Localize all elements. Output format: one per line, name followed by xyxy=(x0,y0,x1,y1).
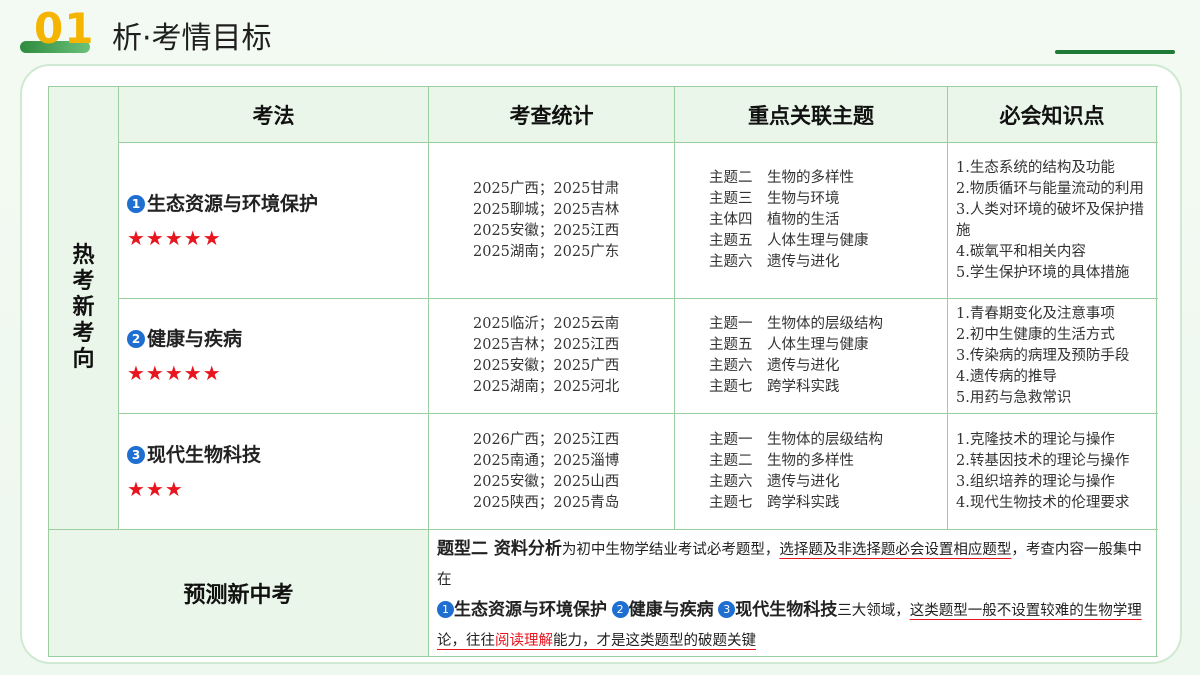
stat-line: 2026广西；2025江西 xyxy=(473,431,620,448)
knowledge-line: 1.生态系统的结构及功能 xyxy=(956,159,1115,176)
stat-line: 2025湖南；2025河北 xyxy=(473,379,620,395)
topic-line: 主题七 跨学科实践 xyxy=(709,379,840,395)
knowledge-line: 4.碳氧平和相关内容 xyxy=(956,243,1086,260)
predict-text: 为初中生物学结业考试必考题型， xyxy=(561,542,780,558)
star-rating: ★★★ xyxy=(127,476,184,501)
slide-header: 01 析·考情目标 xyxy=(0,0,1200,62)
stat-line: 2025吉林；2025江西 xyxy=(473,337,620,353)
knowledge-line: 5.学生保护环境的具体措施 xyxy=(956,264,1130,281)
header-stats: 考查统计 xyxy=(428,86,675,143)
predict-content: 题型二 资料分析为初中生物学结业考试必考题型，选择题及非选择题必会设置相应题型，… xyxy=(428,529,1157,657)
header-right-line xyxy=(1055,50,1175,54)
knowledge-cell: 1.青春期变化及注意事项 2.初中生健康的生活方式 3.传染病的病理及预防手段 … xyxy=(947,298,1157,414)
topics-cell: 主题一 生物体的层级结构 主题五 人体生理与健康 主题六 遗传与进化 主题七 跨… xyxy=(674,298,948,414)
table-row: 3 现代生物科技 ★★★ 2026广西；2025江西 2025南通；2025淄博 … xyxy=(49,413,1157,530)
knowledge-line: 3.组织培养的理论与操作 xyxy=(956,473,1115,490)
knowledge-line: 5.用药与急救常识 xyxy=(956,389,1072,406)
stat-line: 2025陕西；2025青岛 xyxy=(473,494,620,511)
predict-row: 预测新中考 题型二 资料分析为初中生物学结业考试必考题型，选择题及非选择题必会设… xyxy=(48,529,1157,657)
topic-line: 主题六 遗传与进化 xyxy=(709,254,840,270)
stat-line: 2025广西；2025甘肃 xyxy=(473,180,620,197)
stat-line: 2025湖南；2025广东 xyxy=(473,243,620,260)
star-rating: ★★★★★ xyxy=(127,361,222,385)
knowledge-line: 2.物质循环与能量流动的利用 xyxy=(956,180,1144,197)
method-cell: 3 现代生物科技 ★★★ xyxy=(118,413,429,530)
stat-line: 2025安徽；2025江西 xyxy=(473,222,620,239)
table-row: 2 健康与疾病 ★★★★★ 2025临沂；2025云南 2025吉林；2025江西… xyxy=(49,298,1157,414)
method-cell: 2 健康与疾病 ★★★★★ xyxy=(118,298,429,414)
section-title: 析·考情目标 xyxy=(112,21,272,56)
number-badge-icon: 2 xyxy=(611,601,629,618)
star-rating: ★★★★★ xyxy=(127,225,222,250)
topic-line: 主题二 生物的多样性 xyxy=(709,170,854,186)
knowledge-cell: 1.克隆技术的理论与操作 2.转基因技术的理论与操作 3.组织培养的理论与操作 … xyxy=(947,413,1157,530)
side-label-cell: 热考新考向 xyxy=(48,86,119,530)
stat-line: 2025聊城；2025吉林 xyxy=(473,201,620,218)
stat-line: 2025临沂；2025云南 xyxy=(473,316,620,332)
number-badge-icon: 1 xyxy=(127,194,145,213)
predict-text: 三大领域， xyxy=(837,603,910,619)
predict-highlight: 阅读理解 xyxy=(495,633,553,649)
topic-line: 主题五 人体生理与健康 xyxy=(709,233,869,249)
method-label: 生态资源与环境保护 xyxy=(147,192,319,215)
stats-cell: 2025临沂；2025云南 2025吉林；2025江西 2025安徽；2025广… xyxy=(428,298,675,414)
knowledge-line: 1.青春期变化及注意事项 xyxy=(956,305,1115,322)
stats-cell: 2025广西；2025甘肃 2025聊城；2025吉林 2025安徽；2025江… xyxy=(428,142,675,299)
topics-cell: 主题一 生物体的层级结构 主题二 生物的多样性 主题六 遗传与进化 主题七 跨学… xyxy=(674,413,948,530)
method-cell: 1 生态资源与环境保护 ★★★★★ xyxy=(118,142,429,299)
predict-underlined-text: 选择题及非选择题必会设置相应题型 xyxy=(779,542,1012,558)
number-badge-icon: 3 xyxy=(127,445,145,464)
topic-line: 主题七 跨学科实践 xyxy=(709,494,840,511)
topics-cell: 主题二 生物的多样性 主题三 生物与环境 主体四 植物的生活 主题五 人体生理与… xyxy=(674,142,948,299)
topic-line: 主题一 生物体的层级结构 xyxy=(709,431,883,448)
stats-cell: 2026广西；2025江西 2025南通；2025淄博 2025安徽；2025山… xyxy=(428,413,675,530)
topic-line: 主题五 人体生理与健康 xyxy=(709,337,869,353)
number-badge-icon: 2 xyxy=(127,330,145,348)
number-badge-icon: 3 xyxy=(718,601,736,618)
side-label: 热考新考向 xyxy=(72,243,95,372)
predict-type-title: 题型二 资料分析 xyxy=(437,539,562,559)
header-method: 考法 xyxy=(118,86,429,143)
predict-field: 现代生物科技 xyxy=(735,600,838,620)
number-badge-icon: 1 xyxy=(437,601,454,618)
stat-line: 2025安徽；2025山西 xyxy=(473,473,620,490)
header-topics: 重点关联主题 xyxy=(674,86,948,143)
knowledge-line: 4.现代生物技术的伦理要求 xyxy=(956,494,1130,511)
knowledge-line: 4.遗传病的推导 xyxy=(956,368,1057,385)
knowledge-cell: 1.生态系统的结构及功能 2.物质循环与能量流动的利用 3.人类对环境的破坏及保… xyxy=(947,142,1157,299)
topic-line: 主题六 遗传与进化 xyxy=(709,473,840,490)
knowledge-line: 3.人类对环境的破坏及保护措施 xyxy=(956,201,1144,239)
knowledge-line: 3.传染病的病理及预防手段 xyxy=(956,347,1130,364)
method-label: 现代生物科技 xyxy=(147,443,262,466)
predict-label: 预测新中考 xyxy=(48,529,429,657)
predict-field: 健康与疾病 xyxy=(628,600,714,620)
topic-line: 主题二 生物的多样性 xyxy=(709,452,854,469)
topic-line: 主题三 生物与环境 xyxy=(709,191,840,207)
stat-line: 2025南通；2025淄博 xyxy=(473,452,620,469)
topic-line: 主题六 遗传与进化 xyxy=(709,358,840,374)
predict-underlined-text: 能力，才是这类题型的破题关键 xyxy=(553,633,756,649)
topic-line: 主体四 植物的生活 xyxy=(709,212,840,228)
knowledge-line: 1.克隆技术的理论与操作 xyxy=(956,431,1115,448)
table-row: 1 生态资源与环境保护 ★★★★★ 2025广西；2025甘肃 2025聊城；20… xyxy=(49,142,1157,299)
knowledge-line: 2.初中生健康的生活方式 xyxy=(956,326,1115,343)
predict-field: 生态资源与环境保护 xyxy=(454,600,607,620)
section-number: 01 xyxy=(34,4,95,53)
method-label: 健康与疾病 xyxy=(147,328,243,350)
exam-analysis-table: 热考新考向 考法 考查统计 重点关联主题 必会知识点 1 生态资源与环境保护 ★★… xyxy=(48,86,1157,657)
header-knowledge: 必会知识点 xyxy=(947,86,1157,143)
knowledge-line: 2.转基因技术的理论与操作 xyxy=(956,452,1130,469)
stat-line: 2025安徽；2025广西 xyxy=(473,358,620,374)
topic-line: 主题一 生物体的层级结构 xyxy=(709,316,883,332)
